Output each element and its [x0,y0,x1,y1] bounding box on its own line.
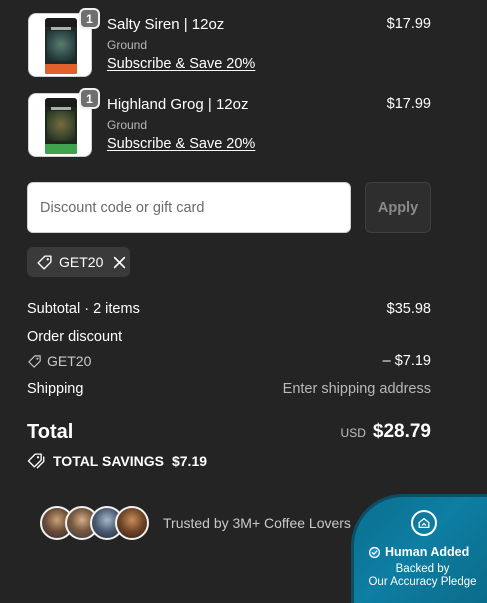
badge-title: Human Added [368,545,469,559]
subscribe-link[interactable]: Subscribe & Save 20% [107,136,255,152]
avatar [115,506,149,540]
badge-title-text: Human Added [385,545,470,559]
tag-icon [27,354,42,369]
coffee-bag-image [45,98,77,154]
check-circle-icon [368,546,381,559]
shipping-row: Shipping Enter shipping address [27,381,431,401]
total-label: Total [27,421,74,443]
trust-text: Trusted by 3M+ Coffee Lovers [163,515,351,531]
line-item: 1 Salty Siren | 12oz Ground Subscribe & … [28,8,431,77]
savings-value: $7.19 [171,452,208,469]
subtotal-value: $35.98 [386,301,431,317]
tags-icon [27,452,46,469]
total-amount: USD $28.79 [341,421,431,443]
product-thumbnail: 1 [28,8,100,77]
discount-code-text: GET20 [47,353,92,369]
item-price: $17.99 [386,96,431,112]
order-discount-label: Order discount [27,329,123,345]
item-price: $17.99 [386,16,431,32]
quantity-badge: 1 [79,8,100,29]
checkout-summary: 1 Salty Siren | 12oz Ground Subscribe & … [0,0,487,603]
product-thumbnail: 1 [28,88,100,157]
total-value: $28.79 [372,421,431,442]
item-name: Highland Grog | 12oz [107,96,249,113]
close-icon[interactable] [113,256,126,269]
order-discount-row: Order discount [27,329,431,349]
applied-discount-chip: GET20 [27,247,130,277]
total-row: Total USD $28.79 [27,421,431,447]
shipping-label: Shipping [27,381,84,397]
applied-code-label: GET20 [59,254,104,270]
accuracy-pledge-badge[interactable]: Human Added Backed by Our Accuracy Pledg… [351,494,487,603]
item-variant: Ground [107,38,148,52]
badge-line-1: Backed by [395,563,450,575]
subtotal-label: Subtotal · 2 items [27,301,140,317]
subtotal-row: Subtotal · 2 items $35.98 [27,301,431,321]
item-variant: Ground [107,118,148,132]
apply-button[interactable]: Apply [365,182,431,233]
currency-code: USD [340,426,366,440]
line-item: 1 Highland Grog | 12oz Ground Subscribe … [28,88,431,157]
savings-label: TOTAL SAVINGS [53,452,164,469]
quantity-badge: 1 [79,88,100,109]
discount-code-input[interactable] [27,182,351,233]
discount-code-row: GET20 – $7.19 [27,353,431,373]
subscribe-link[interactable]: Subscribe & Save 20% [107,56,255,72]
badge-line-2: Our Accuracy Pledge [368,576,477,588]
discount-value: – $7.19 [382,353,431,369]
home-shield-icon [411,510,437,536]
discount-code-tag: GET20 [27,353,91,369]
badge-subtitle: Backed by Our Accuracy Pledge [354,563,487,589]
item-name: Salty Siren | 12oz [107,16,225,33]
customer-avatars [40,506,150,540]
shipping-value: Enter shipping address [282,381,431,397]
coffee-bag-image [45,18,77,74]
total-savings: TOTAL SAVINGS $7.19 [27,452,207,469]
tag-icon [36,254,53,271]
